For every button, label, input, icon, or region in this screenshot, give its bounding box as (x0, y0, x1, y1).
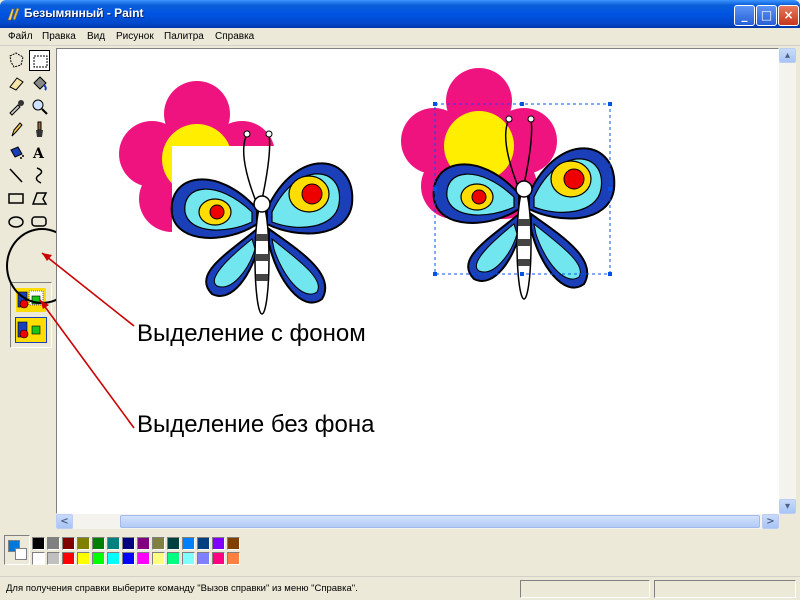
airbrush-tool[interactable] (6, 142, 27, 163)
status-bar: Для получения справки выберите команду "… (0, 576, 800, 600)
color-swatch[interactable] (227, 552, 240, 565)
color-swatch[interactable] (137, 537, 150, 550)
color-swatch[interactable] (62, 537, 75, 550)
eraser-tool[interactable] (6, 73, 27, 94)
color-swatch[interactable] (152, 552, 165, 565)
color-swatch[interactable] (92, 537, 105, 550)
brush-tool[interactable] (29, 119, 50, 140)
magnifier-tool[interactable] (29, 96, 50, 117)
menu-bar: Файл Правка Вид Рисунок Палитра Справка (0, 28, 800, 46)
eyedropper-icon (9, 100, 24, 116)
free-form-select-tool[interactable] (6, 50, 27, 71)
paint-window: Безымянный - Paint _ □ × Файл Правка Вид… (0, 0, 800, 600)
line-tool[interactable] (6, 165, 27, 186)
text-icon: A (32, 146, 45, 162)
rectangle-tool[interactable] (6, 188, 27, 209)
color-swatch[interactable] (182, 537, 195, 550)
vertical-scrollbar[interactable]: ▴ ▾ (779, 48, 796, 514)
horizontal-scroll-thumb[interactable] (120, 515, 760, 528)
fill-bucket-icon (33, 76, 47, 91)
fill-tool[interactable] (29, 73, 50, 94)
polygon-tool[interactable] (29, 188, 50, 209)
scroll-up-button[interactable]: ▴ (779, 48, 796, 63)
status-panel-coords (520, 580, 650, 598)
magnifier-icon (32, 99, 48, 115)
transparent-selection-option[interactable] (15, 317, 47, 343)
color-swatch[interactable] (197, 552, 210, 565)
ellipse-tool[interactable] (6, 211, 27, 232)
status-text: Для получения справки выберите команду "… (6, 583, 358, 594)
color-swatch[interactable] (47, 537, 60, 550)
background-color[interactable] (15, 548, 27, 560)
rectangle-select-tool[interactable] (29, 50, 50, 71)
label-selection-without-background: Выделение без фона (137, 411, 375, 438)
color-swatch[interactable] (182, 552, 195, 565)
color-swatch[interactable] (77, 552, 90, 565)
menu-colors[interactable]: Палитра (164, 31, 204, 42)
canvas-drawing (119, 68, 616, 315)
color-swatch[interactable] (197, 537, 210, 550)
color-swatch[interactable] (107, 552, 120, 565)
close-button[interactable]: × (778, 5, 799, 26)
color-swatch[interactable] (212, 552, 225, 565)
color-swatch[interactable] (92, 552, 105, 565)
color-picker-tool[interactable] (6, 96, 27, 117)
title-bar[interactable]: Безымянный - Paint _ □ × (0, 0, 800, 28)
airbrush-icon (10, 146, 24, 159)
menu-file[interactable]: Файл (8, 31, 33, 42)
line-icon (9, 168, 23, 183)
eraser-icon (9, 77, 24, 91)
color-swatch[interactable] (47, 552, 60, 565)
paint-app-icon (7, 7, 20, 21)
minimize-button[interactable]: _ (734, 5, 755, 26)
color-swatch[interactable] (167, 552, 180, 565)
ellipse-icon (8, 216, 24, 228)
text-tool[interactable]: A (29, 142, 50, 163)
color-swatch[interactable] (32, 537, 45, 550)
color-swatch[interactable] (212, 537, 225, 550)
curve-tool[interactable] (29, 165, 50, 186)
menu-edit[interactable]: Правка (42, 31, 76, 42)
brush-icon (36, 121, 43, 137)
label-selection-with-background: Выделение с фоном (137, 320, 366, 347)
color-swatch[interactable] (227, 537, 240, 550)
menu-image[interactable]: Рисунок (116, 31, 154, 42)
svg-text:A: A (32, 146, 45, 162)
color-swatch[interactable] (122, 552, 135, 565)
current-colors[interactable] (4, 535, 30, 565)
color-swatch[interactable] (32, 552, 45, 565)
color-swatch[interactable] (137, 552, 150, 565)
color-swatch[interactable] (77, 537, 90, 550)
scroll-down-button[interactable]: ▾ (779, 499, 796, 514)
drawing-canvas[interactable] (56, 48, 779, 514)
menu-view[interactable]: Вид (87, 31, 105, 42)
pencil-icon (11, 122, 23, 137)
scroll-left-button[interactable]: < (56, 514, 73, 529)
status-panel-size (654, 580, 796, 598)
pencil-tool[interactable] (6, 119, 27, 140)
rectangle-icon (8, 193, 24, 204)
free-form-select-icon (9, 52, 24, 68)
curve-icon (35, 167, 43, 184)
rectangle-select-icon (33, 55, 48, 68)
horizontal-scrollbar[interactable]: < > (56, 514, 779, 529)
color-palette (0, 531, 800, 576)
color-swatch[interactable] (152, 537, 165, 550)
maximize-button[interactable]: □ (756, 5, 777, 26)
scroll-right-button[interactable]: > (762, 514, 779, 529)
polygon-icon (31, 192, 48, 205)
color-swatch[interactable] (62, 552, 75, 565)
menu-help[interactable]: Справка (215, 31, 254, 42)
window-title: Безымянный - Paint (24, 6, 144, 20)
color-swatch[interactable] (107, 537, 120, 550)
transparent-selection-icon (16, 318, 46, 342)
color-swatch[interactable] (167, 537, 180, 550)
color-swatch[interactable] (122, 537, 135, 550)
